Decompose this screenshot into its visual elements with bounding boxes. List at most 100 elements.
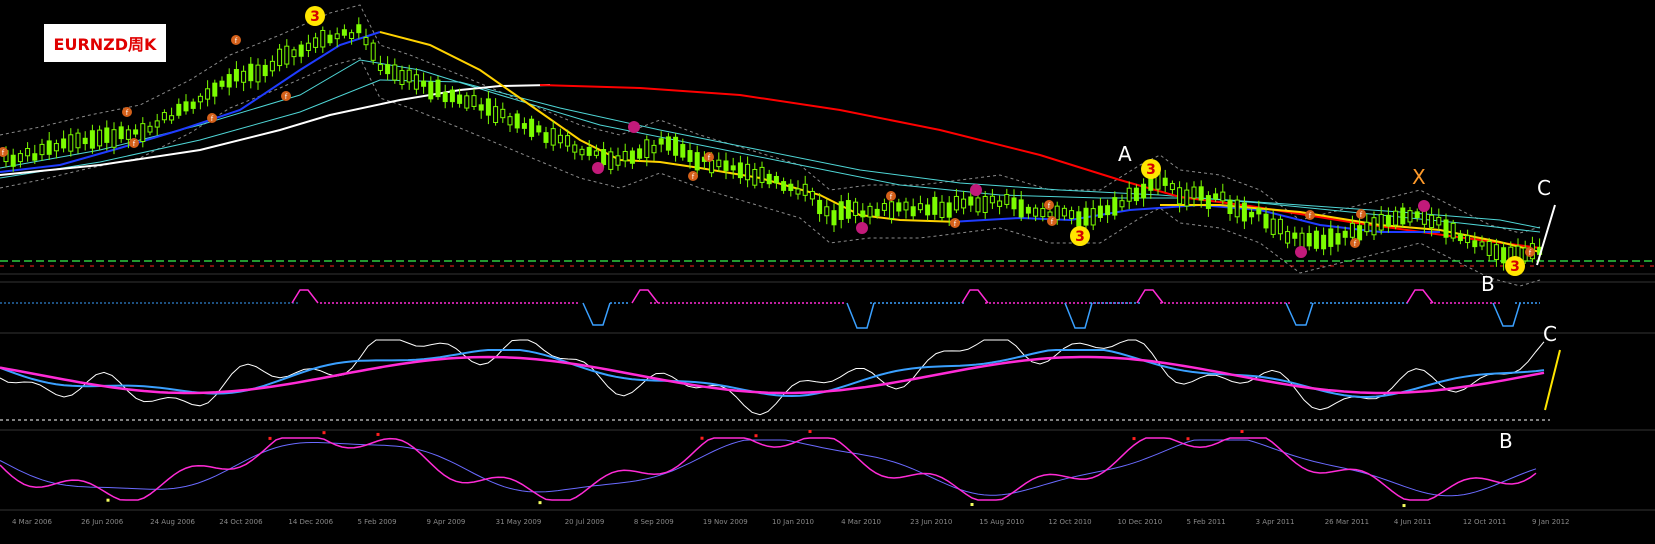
- candle-body: [586, 146, 592, 156]
- candle-body: [961, 198, 967, 209]
- candle-body: [327, 34, 333, 44]
- candle-body: [874, 208, 880, 217]
- candle-body: [500, 108, 506, 119]
- candle-body: [795, 188, 801, 195]
- candle-body: [565, 135, 571, 147]
- label-A: A: [1118, 142, 1132, 166]
- candle-body: [485, 98, 491, 116]
- candle-body: [536, 125, 542, 133]
- candle-body: [1486, 241, 1492, 256]
- candle-body: [802, 183, 808, 196]
- wave-3-label: 3: [1510, 259, 1520, 275]
- step-trough: [582, 302, 611, 326]
- candles: [3, 17, 1543, 271]
- candle-body: [896, 202, 902, 212]
- envelope-upper: [0, 4, 1541, 234]
- step-peak: [291, 289, 319, 304]
- candle-body: [658, 138, 664, 145]
- candle-body: [889, 201, 895, 219]
- candle-body: [723, 160, 729, 171]
- candle-body: [269, 60, 275, 72]
- stoch-dot-yellow: [538, 501, 542, 505]
- oscillator-panel: [0, 339, 1550, 421]
- candle-body: [593, 150, 599, 156]
- candle-body: [1184, 189, 1190, 207]
- stoch-d-line: [0, 439, 1537, 497]
- candle-body: [457, 94, 463, 104]
- candle-body: [1465, 235, 1471, 244]
- date-tick-label: 20 Jul 2009: [565, 518, 605, 526]
- step-trough: [1064, 302, 1093, 329]
- candle-body: [406, 69, 412, 83]
- candle-body: [824, 206, 830, 217]
- candle-body: [313, 37, 319, 48]
- candle-body: [147, 125, 153, 133]
- candle-body: [277, 48, 283, 67]
- candle-body: [1083, 207, 1089, 226]
- candle-body: [1277, 218, 1283, 235]
- candle-body: [1443, 219, 1449, 238]
- candle-body: [1177, 187, 1183, 205]
- candle-body: [1407, 210, 1413, 223]
- candle-body: [845, 200, 851, 219]
- date-tick-label: 9 Jan 2012: [1532, 518, 1570, 526]
- date-tick-label: 24 Oct 2006: [219, 518, 263, 526]
- candle-body: [1105, 205, 1111, 216]
- candle-body: [212, 82, 218, 97]
- candle-body: [1457, 233, 1463, 242]
- candle-body: [219, 80, 225, 87]
- candle-body: [881, 203, 887, 211]
- candle-body: [1364, 221, 1370, 233]
- candle-body: [867, 205, 873, 218]
- step-trough: [846, 302, 875, 329]
- candle-body: [68, 134, 74, 152]
- candle-body: [1141, 183, 1147, 199]
- candle-body: [507, 116, 513, 126]
- candle-body: [356, 24, 362, 34]
- candle-body: [1263, 213, 1269, 229]
- candle-body: [1033, 207, 1039, 217]
- candle-body: [809, 190, 815, 200]
- candle-body: [39, 143, 45, 156]
- candle-body: [975, 197, 981, 213]
- candle-body: [989, 195, 995, 204]
- candle-body: [449, 89, 455, 103]
- date-tick-label: 4 Mar 2010: [841, 518, 881, 526]
- candle-body: [1198, 186, 1204, 201]
- candle-body: [860, 210, 866, 218]
- candle-body: [1256, 207, 1262, 215]
- candle-body: [1097, 205, 1103, 218]
- candle-body: [1285, 231, 1291, 244]
- candle-body: [1335, 233, 1341, 245]
- marker-dot-magenta: [1418, 200, 1430, 212]
- candle-body: [766, 173, 772, 185]
- step-peak: [1136, 289, 1164, 304]
- candle-body: [622, 150, 628, 162]
- candle-body: [838, 201, 844, 220]
- step-indicator-panel: [0, 289, 1540, 329]
- cyan-band-2: [0, 79, 1541, 233]
- price-panel: [0, 4, 1655, 287]
- candle-body: [925, 204, 931, 216]
- candle-body: [788, 183, 794, 191]
- candle-body: [550, 128, 556, 146]
- marker-dot-magenta: [1295, 246, 1307, 258]
- candle-body: [557, 134, 563, 144]
- candle-body: [932, 196, 938, 215]
- candle-body: [262, 64, 268, 77]
- candle-body: [745, 163, 751, 181]
- candle-body: [46, 140, 52, 155]
- candle-body: [773, 175, 779, 184]
- date-tick-label: 4 Mar 2006: [12, 518, 52, 526]
- candle-body: [687, 150, 693, 162]
- candle-body: [521, 123, 527, 129]
- candle-body: [644, 139, 650, 159]
- candle-body: [291, 49, 297, 58]
- candle-body: [1414, 211, 1420, 219]
- candle-body: [75, 132, 81, 149]
- osc-white-line: [0, 339, 1545, 416]
- candle-body: [982, 195, 988, 213]
- label-X: X: [1412, 165, 1426, 189]
- wave-3-label: 3: [1146, 162, 1156, 178]
- candle-body: [133, 129, 139, 135]
